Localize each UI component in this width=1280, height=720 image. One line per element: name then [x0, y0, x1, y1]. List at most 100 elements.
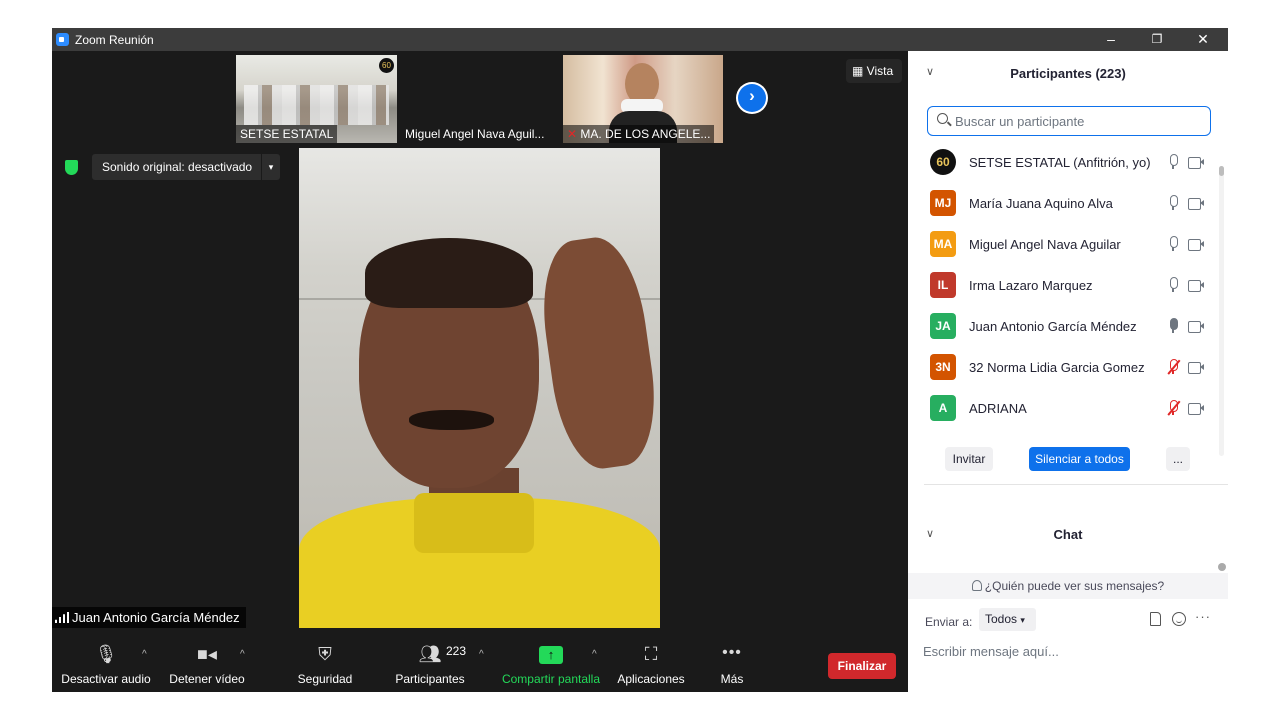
avatar: 3N	[930, 354, 956, 380]
video-camera-icon[interactable]	[1188, 321, 1204, 333]
share-screen-button[interactable]: ↑ Compartir pantalla	[502, 638, 600, 692]
chevron-down-icon[interactable]: ▾	[261, 154, 280, 180]
participant-row[interactable]: A ADRIANA	[908, 389, 1218, 430]
share-screen-icon: ↑	[539, 646, 563, 664]
participant-row[interactable]: JA Juan Antonio García Méndez	[908, 307, 1218, 348]
participants-header: ∨ Participantes (223)	[908, 51, 1228, 95]
participant-name: ADRIANA	[969, 401, 1027, 416]
avatar: 60	[930, 149, 956, 175]
apps-icon: ⛶	[644, 644, 658, 664]
person-icon	[971, 580, 982, 591]
avatar: IL	[930, 272, 956, 298]
share-options-caret[interactable]: ^	[592, 649, 597, 660]
search-icon	[937, 113, 948, 124]
video-camera-icon[interactable]	[1188, 157, 1204, 169]
thumbnail-name: SETSE ESTATAL	[236, 125, 338, 143]
video-camera-icon[interactable]	[1188, 280, 1204, 292]
stop-video-button[interactable]: ■◂ Detener vídeo	[169, 638, 244, 692]
thumbnail-name: ✕ MA. DE LOS ANGELE...	[563, 125, 715, 143]
title-bar: Zoom Reunión – ❐ ✕	[52, 28, 1228, 51]
participant-row[interactable]: MA Miguel Angel Nava Aguilar	[908, 225, 1218, 266]
logo-60-icon: 60	[379, 58, 394, 73]
chat-title: Chat	[1053, 527, 1083, 542]
minimize-button[interactable]: –	[1088, 29, 1134, 50]
avatar: JA	[930, 313, 956, 339]
next-page-button[interactable]: ›	[736, 82, 768, 114]
invite-button[interactable]: Invitar	[945, 447, 993, 471]
zoom-logo-icon	[56, 33, 69, 46]
emoji-icon[interactable]	[1172, 612, 1186, 626]
participants-options-caret[interactable]: ^	[479, 649, 484, 660]
video-options-caret[interactable]: ^	[240, 649, 245, 660]
participant-row[interactable]: 3N 32 Norma Lidia Garcia Gomez	[908, 348, 1218, 389]
chat-scrollbar[interactable]	[1218, 563, 1226, 571]
original-sound-button[interactable]: Sonido original: desactivado ▾	[92, 154, 280, 180]
divider	[924, 484, 1228, 485]
meeting-toolbar: 🎙︎ Desactivar audio ^ ■◂ Detener vídeo ^…	[52, 638, 908, 692]
participant-name: Juan Antonio García Méndez	[969, 319, 1137, 334]
active-speaker-video	[299, 148, 660, 628]
speaker-name-label: Juan Antonio García Méndez	[52, 607, 246, 628]
participant-row[interactable]: MJ María Juana Aquino Alva	[908, 184, 1218, 225]
participants-title: Participantes (223)	[1010, 66, 1126, 81]
who-can-see-messages[interactable]: ¿Quién puede ver sus mensajes?	[908, 573, 1228, 599]
chevron-down-icon: ▾	[1020, 615, 1025, 625]
avatar: A	[930, 395, 956, 421]
audio-options-caret[interactable]: ^	[142, 649, 147, 660]
apps-button[interactable]: ⛶ Aplicaciones	[617, 638, 684, 692]
video-camera-icon[interactable]	[1188, 403, 1204, 415]
file-icon[interactable]	[1150, 612, 1161, 626]
close-button[interactable]: ✕	[1180, 29, 1226, 50]
send-to-label: Enviar a:	[925, 615, 973, 629]
participant-name: Miguel Angel Nava Aguilar	[969, 237, 1121, 252]
view-button[interactable]: ▦ Vista	[846, 59, 902, 83]
video-camera-icon[interactable]	[1188, 239, 1204, 251]
video-thumbnail[interactable]: Miguel Angel Nava Aguil...	[401, 55, 562, 143]
microphone-icon: 🎙︎	[94, 644, 118, 664]
end-meeting-button[interactable]: Finalizar	[828, 653, 896, 679]
microphone-icon[interactable]	[1166, 154, 1180, 170]
mute-audio-button[interactable]: 🎙︎ Desactivar audio	[61, 638, 150, 692]
muted-microphone-icon[interactable]	[1166, 359, 1181, 375]
more-options-button[interactable]: ...	[1166, 447, 1190, 471]
microphone-icon[interactable]	[1166, 236, 1180, 252]
participant-name: 32 Norma Lidia Garcia Gomez	[969, 360, 1145, 375]
video-camera-icon[interactable]	[1188, 362, 1204, 374]
muted-mic-icon: ✕	[567, 127, 581, 141]
chevron-right-icon: ›	[749, 86, 755, 105]
more-dots-icon: •••	[722, 644, 742, 661]
microphone-icon[interactable]	[1166, 318, 1180, 334]
participants-button[interactable]: 👥︎ 223 Participantes	[395, 638, 467, 692]
participant-list: 60 SETSE ESTATAL (Anfitrión, yo) MJ María J…	[908, 143, 1228, 435]
participant-row[interactable]: 60 SETSE ESTATAL (Anfitrión, yo)	[908, 143, 1218, 184]
microphone-icon[interactable]	[1166, 277, 1180, 293]
send-to-select[interactable]: Todos ▾	[979, 608, 1036, 631]
mute-all-button[interactable]: Silenciar a todos	[1029, 447, 1130, 471]
encryption-shield-icon[interactable]	[65, 160, 78, 175]
video-camera-icon[interactable]	[1188, 198, 1204, 210]
video-thumbnail[interactable]: 60 SETSE ESTATAL	[236, 55, 397, 143]
thumbnail-name: Miguel Angel Nava Aguil...	[405, 127, 545, 141]
chat-more-icon[interactable]: ···	[1195, 609, 1211, 624]
participants-panel: ∨ Participantes (223) 60 SETSE ESTATAL (A…	[908, 51, 1228, 692]
participants-count: 223	[446, 644, 467, 658]
participant-list-scrollbar[interactable]	[1219, 166, 1224, 456]
meeting-room-image	[244, 85, 389, 125]
restore-button[interactable]: ❐	[1134, 29, 1180, 50]
zoom-window: Zoom Reunión – ❐ ✕ 60 SETSE ESTATAL Migu…	[52, 28, 1228, 692]
chat-message-input[interactable]	[923, 639, 1213, 663]
participant-row[interactable]: IL Irma Lazaro Marquez	[908, 266, 1218, 307]
video-area: 60 SETSE ESTATAL Miguel Angel Nava Aguil…	[52, 51, 908, 638]
muted-microphone-icon[interactable]	[1166, 400, 1181, 416]
window-title: Zoom Reunión	[75, 33, 154, 47]
search-input[interactable]	[955, 112, 1205, 130]
microphone-icon[interactable]	[1166, 195, 1180, 211]
participant-search[interactable]	[927, 106, 1211, 136]
grid-icon: ▦	[852, 64, 867, 78]
avatar: MJ	[930, 190, 956, 216]
security-button[interactable]: ⛨ Seguridad	[292, 638, 358, 692]
shield-icon: ⛨	[318, 644, 332, 664]
video-thumbnail[interactable]: ✕ MA. DE LOS ANGELE...	[563, 55, 723, 143]
more-button[interactable]: ••• Más	[712, 638, 752, 692]
participant-name: María Juana Aquino Alva	[969, 196, 1113, 211]
